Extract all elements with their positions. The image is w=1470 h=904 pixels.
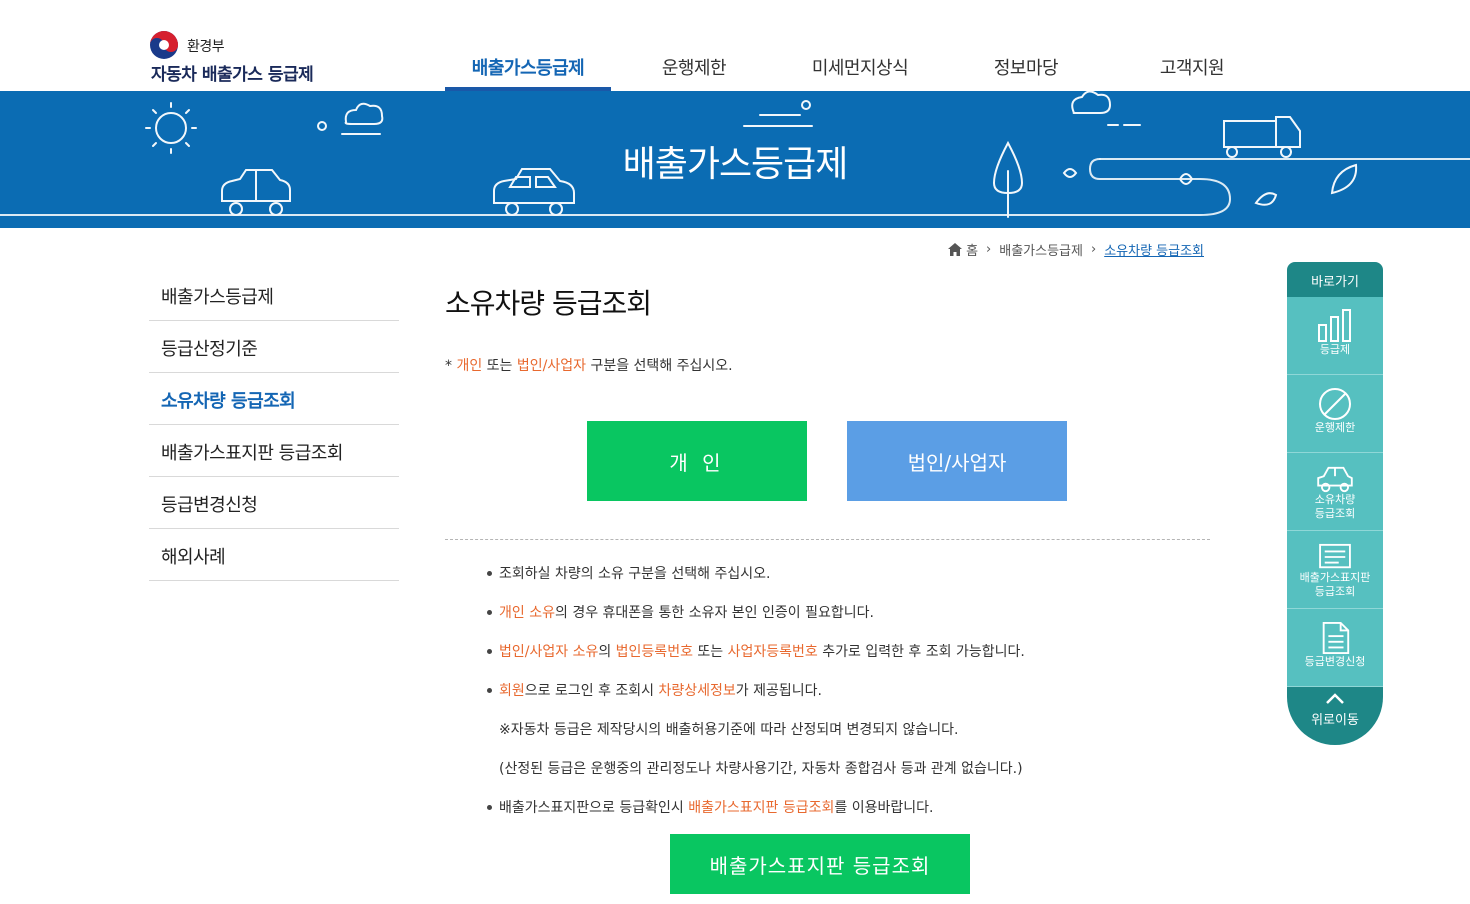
chevron-up-icon xyxy=(1326,693,1344,704)
quick-menu: 바로가기 등급제 운행제한 소유차량 등급조회 배출가스표지판 등급조회 등급변… xyxy=(1287,262,1383,745)
nav-driving-restriction[interactable]: 운행제한 xyxy=(611,40,777,91)
breadcrumb-home[interactable]: 홈 xyxy=(966,240,978,259)
side-menu-item-grade-criteria[interactable]: 등급산정기준 xyxy=(149,321,399,373)
quick-item-label: 배출가스표지판 등급조회 xyxy=(1299,571,1371,598)
info-highlight: 회원 xyxy=(499,683,525,699)
info-text: 배출가스표지판으로 등급확인시 xyxy=(499,800,689,816)
info-highlight: 사업자등록번호 xyxy=(727,644,818,660)
nav-emission-grade[interactable]: 배출가스등급제 xyxy=(445,40,611,91)
info-item: 개인 소유의 경우 휴대폰을 통한 소유자 본인 인증이 필요합니다. xyxy=(487,602,1187,641)
nav-fine-dust-info[interactable]: 미세먼지상식 xyxy=(777,40,943,91)
chevron-right-icon: › xyxy=(986,242,992,257)
info-list: 조회하실 차량의 소유 구분을 선택해 주십시오. 개인 소유의 경우 휴대폰을… xyxy=(487,563,1187,836)
info-warning: ※자동차 등급은 제작당시의 배출허용기준에 따라 산정되며 변경되지 않습니다… xyxy=(499,722,959,738)
ministry-name: 환경부 xyxy=(187,39,225,55)
car-icon xyxy=(1317,466,1353,493)
sign-icon xyxy=(1319,543,1351,569)
side-menu-item-plate-grade[interactable]: 배출가스표지판 등급조회 xyxy=(149,425,399,477)
side-menu-item-grade-change[interactable]: 등급변경신청 xyxy=(149,477,399,529)
info-text: 의 xyxy=(598,644,616,660)
info-highlight: 법인등록번호 xyxy=(615,644,693,660)
quick-item-plate[interactable]: 배출가스표지판 등급조회 xyxy=(1287,531,1383,609)
nav-info-hub[interactable]: 정보마당 xyxy=(943,40,1109,91)
info-text: 의 경우 휴대폰을 통한 소유자 본인 인증이 필요합니다. xyxy=(554,605,874,621)
notice-prefix: * xyxy=(445,358,457,374)
side-menu: 배출가스등급제 등급산정기준 소유차량 등급조회 배출가스표지판 등급조회 등급… xyxy=(149,269,399,581)
site-title: 자동차 배출가스 등급제 xyxy=(151,65,314,85)
document-icon xyxy=(1322,621,1350,655)
quick-item-label: 소유차량 등급조회 xyxy=(1314,493,1356,520)
notice-text: 또는 xyxy=(482,358,517,374)
personal-button[interactable]: 개 인 xyxy=(587,421,807,501)
quick-item-restriction[interactable]: 운행제한 xyxy=(1287,375,1383,453)
breadcrumb-level1[interactable]: 배출가스등급제 xyxy=(999,240,1083,259)
notice-corporate: 법인/사업자 xyxy=(516,358,587,374)
corporate-button[interactable]: 법인/사업자 xyxy=(847,421,1067,501)
quick-item-grade-change[interactable]: 등급변경신청 xyxy=(1287,609,1383,687)
scroll-to-top-button[interactable]: 위로이동 xyxy=(1287,687,1383,745)
quick-item-owned-vehicle[interactable]: 소유차량 등급조회 xyxy=(1287,453,1383,531)
quick-item-label: 운행제한 xyxy=(1314,421,1356,434)
info-item: 회원으로 로그인 후 조회시 차량상세정보가 제공됩니다. xyxy=(487,680,1187,719)
info-text: 또는 xyxy=(692,644,728,660)
notice-text-end: 구분을 선택해 주십시오. xyxy=(586,358,733,374)
home-icon[interactable] xyxy=(948,243,963,256)
main-navigation: 배출가스등급제 운행제한 미세먼지상식 정보마당 고객지원 xyxy=(445,40,1275,91)
quick-menu-title: 바로가기 xyxy=(1287,262,1383,297)
quick-item-label: 등급제 xyxy=(1319,343,1351,356)
page-title: 소유차량 등급조회 xyxy=(445,287,652,320)
plate-grade-lookup-button[interactable]: 배출가스표지판 등급조회 xyxy=(670,834,970,894)
info-highlight: 법인/사업자 소유 xyxy=(499,644,599,660)
banner-title: 배출가스등급제 xyxy=(622,144,849,185)
info-highlight: 배출가스표지판 등급조회 xyxy=(688,800,835,816)
info-item: 배출가스표지판으로 등급확인시 배출가스표지판 등급조회를 이용바랍니다. xyxy=(487,797,1187,836)
info-item: 조회하실 차량의 소유 구분을 선택해 주십시오. xyxy=(487,563,1187,602)
info-text: 가 제공됩니다. xyxy=(735,683,822,699)
side-menu-item-emission-grade[interactable]: 배출가스등급제 xyxy=(149,269,399,321)
notice-personal: 개인 xyxy=(456,358,483,374)
info-highlight: 개인 소유 xyxy=(499,605,555,621)
site-logo[interactable]: 환경부 자동차 배출가스 등급제 xyxy=(149,30,349,85)
info-text: 를 이용바랍니다. xyxy=(834,800,934,816)
chevron-right-icon: › xyxy=(1090,242,1097,257)
prohibit-icon xyxy=(1319,388,1351,420)
quick-item-label: 등급변경신청 xyxy=(1304,655,1366,668)
divider xyxy=(445,539,1210,540)
info-note: (산정된 등급은 운행중의 관리정도나 차량사용기간, 자동차 종합검사 등과 … xyxy=(499,761,1023,777)
nav-customer-support[interactable]: 고객지원 xyxy=(1109,40,1275,91)
side-menu-item-overseas[interactable]: 해외사례 xyxy=(149,529,399,581)
scroll-to-top-label: 위로이동 xyxy=(1311,713,1359,728)
breadcrumb: 홈 › 배출가스등급제 › 소유차량 등급조회 xyxy=(948,240,1204,259)
quick-item-grade[interactable]: 등급제 xyxy=(1287,297,1383,375)
info-highlight: 차량상세정보 xyxy=(658,683,736,699)
selection-notice: * 개인 또는 법인/사업자 구분을 선택해 주십시오. xyxy=(445,355,733,375)
breadcrumb-current[interactable]: 소유차량 등급조회 xyxy=(1104,240,1204,259)
info-item: 법인/사업자 소유의 법인등록번호 또는 사업자등록번호 추가로 입력한 후 조… xyxy=(487,641,1187,680)
side-menu-item-owned-vehicle[interactable]: 소유차량 등급조회 xyxy=(149,373,399,425)
taegeuk-emblem-icon xyxy=(150,31,178,59)
info-text: 으로 로그인 후 조회시 xyxy=(524,683,659,699)
info-text: 추가로 입력한 후 조회 가능합니다. xyxy=(817,644,1025,660)
page-banner: 배출가스등급제 xyxy=(0,91,1470,228)
info-text: 조회하실 차량의 소유 구분을 선택해 주십시오. xyxy=(499,566,771,582)
bar-chart-icon xyxy=(1318,309,1351,342)
